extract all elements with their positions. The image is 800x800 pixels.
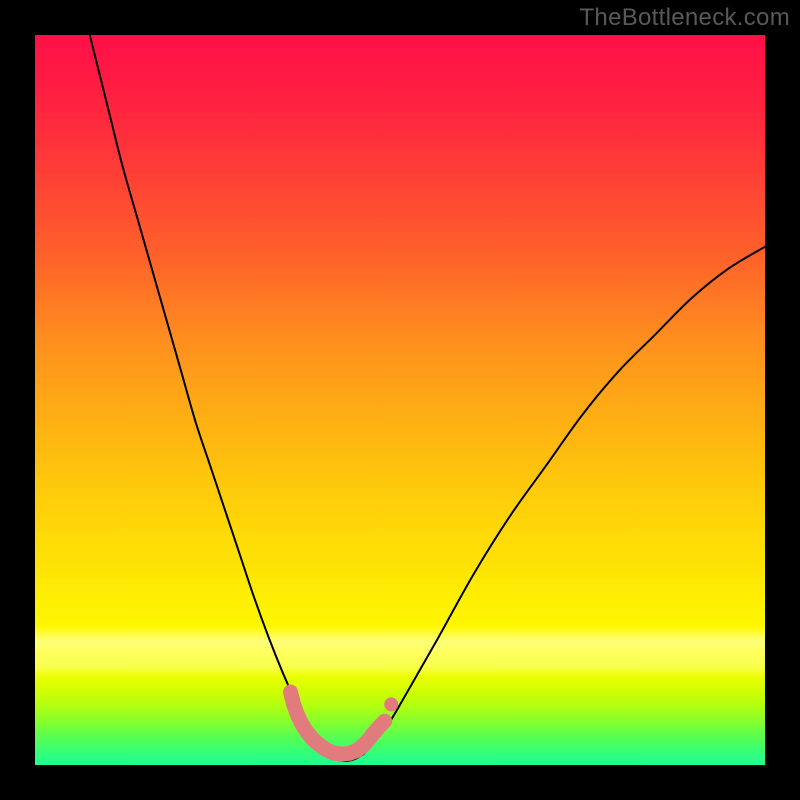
curve-layer <box>35 35 765 765</box>
watermark-text: TheBottleneck.com <box>579 4 790 32</box>
left-branch-curve <box>90 35 327 754</box>
chart-frame: TheBottleneck.com <box>0 0 800 800</box>
right-branch-curve <box>364 247 766 754</box>
marker-cluster <box>291 692 398 754</box>
plot-area <box>35 35 765 765</box>
